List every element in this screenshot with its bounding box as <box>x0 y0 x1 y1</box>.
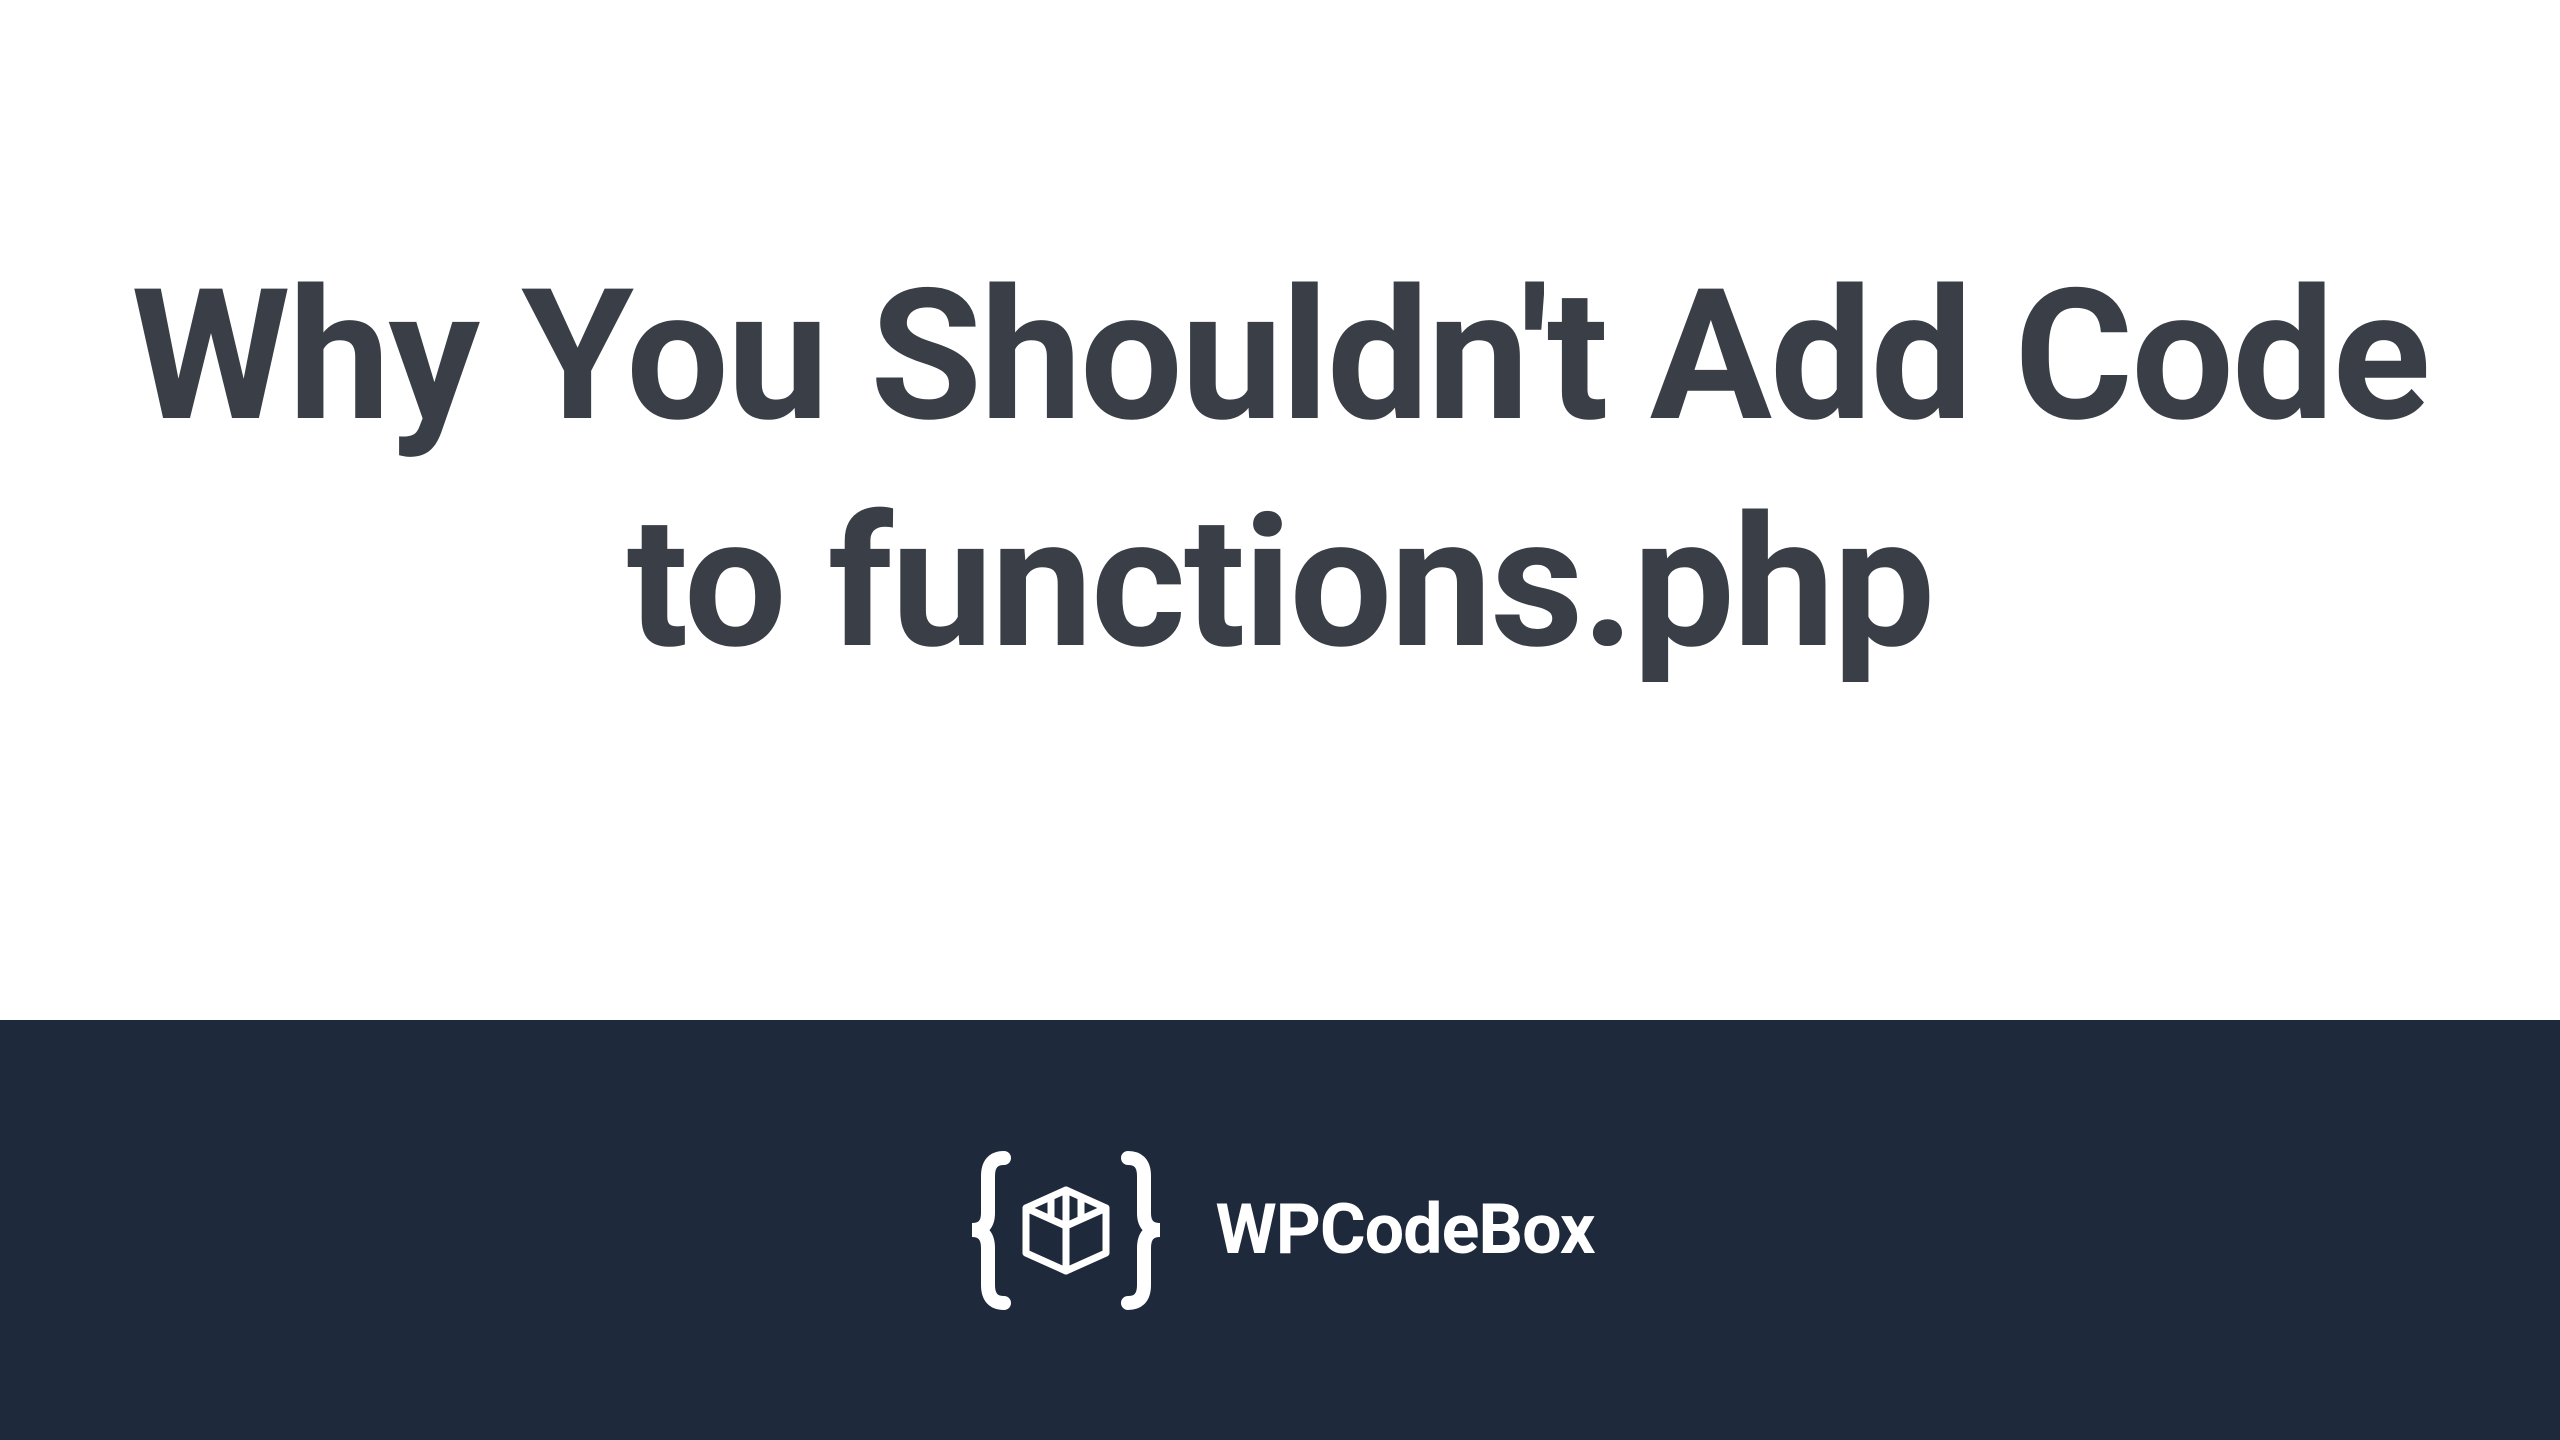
brand-name: WPCodeBox <box>1216 1189 1595 1271</box>
hero-section: Why You Shouldn't Add Code to functions.… <box>0 0 2560 1020</box>
brand-logo-icon <box>966 1148 1166 1313</box>
brand-logo-wrapper: WPCodeBox <box>966 1148 1595 1313</box>
footer-brand-section: WPCodeBox <box>0 1020 2560 1440</box>
page-headline: Why You Shouldn't Add Code to functions.… <box>100 243 2460 698</box>
